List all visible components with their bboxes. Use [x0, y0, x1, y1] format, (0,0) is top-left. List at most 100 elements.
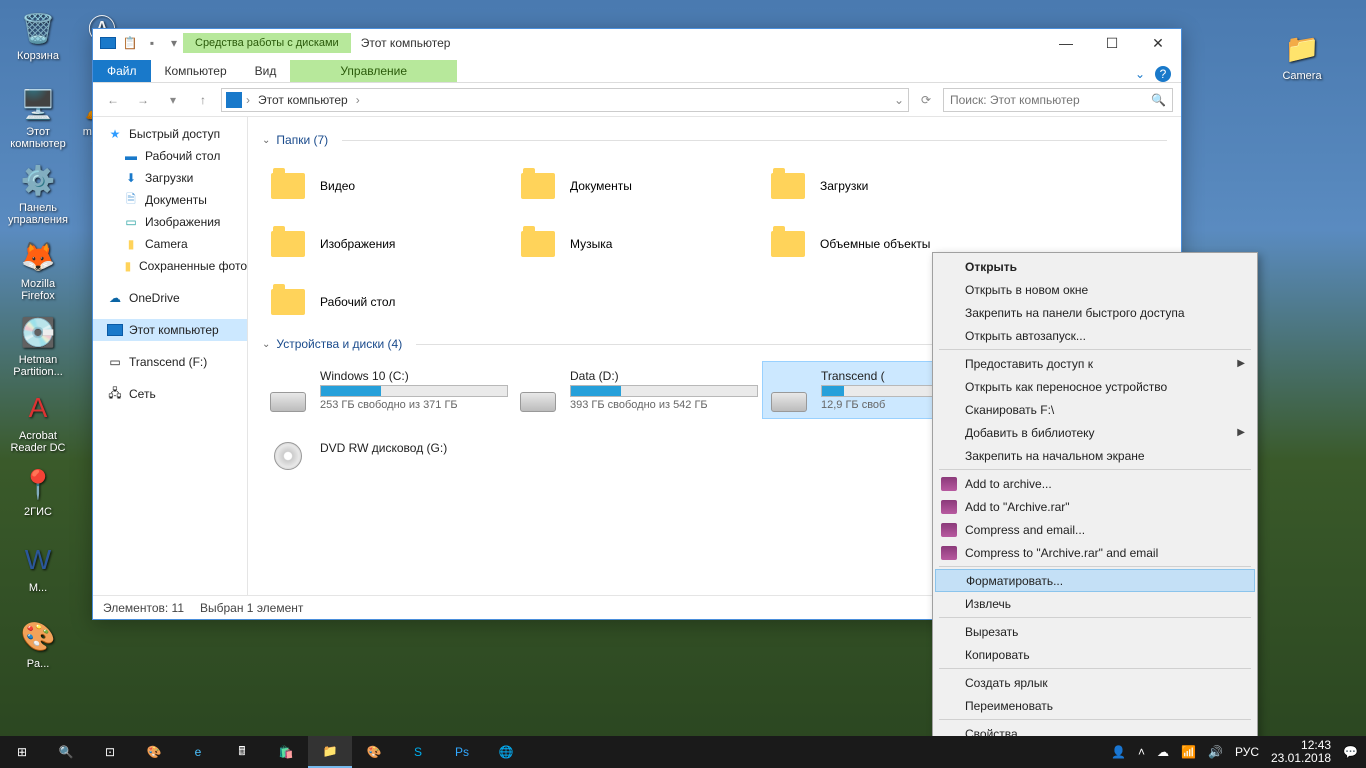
window-title: Этот компьютер	[351, 36, 451, 50]
downloads-icon: ⬇	[123, 170, 139, 186]
folder-videos[interactable]: Видео	[262, 157, 512, 215]
desktop-icon-word[interactable]: WM...	[8, 540, 68, 612]
search-field[interactable]: 🔍	[943, 88, 1173, 112]
drive-c[interactable]: Windows 10 (C:)253 ГБ свободно из 371 ГБ	[262, 361, 512, 419]
desktop-icon-thispc[interactable]: 🖥️Этот компьютер	[8, 84, 68, 156]
breadcrumb-root[interactable]: Этот компьютер	[254, 93, 352, 107]
nav-forward-button[interactable]: →	[131, 88, 155, 112]
desktop-icon-recycle[interactable]: 🗑️Корзина	[8, 8, 68, 80]
taskbar-paint[interactable]: 🎨	[132, 736, 176, 768]
nav-transcend[interactable]: ▭Transcend (F:)	[93, 351, 247, 373]
group-folders-header[interactable]: ⌄ Папки (7)	[262, 133, 1167, 147]
nav-thispc[interactable]: Этот компьютер	[93, 319, 247, 341]
nav-desktop[interactable]: ▬Рабочий стол	[93, 145, 247, 167]
tray-network-icon[interactable]: 📶	[1181, 745, 1196, 759]
chevron-right-icon[interactable]: ›	[356, 93, 360, 107]
ctx-open-portable[interactable]: Открыть как переносное устройство	[935, 375, 1255, 398]
ctx-cut[interactable]: Вырезать	[935, 620, 1255, 643]
tray-up-icon[interactable]: ˄	[1138, 745, 1145, 759]
task-view-button[interactable]: ⊡	[88, 736, 132, 768]
taskbar-photoshop[interactable]: Ps	[440, 736, 484, 768]
taskbar-edge[interactable]: e	[176, 736, 220, 768]
nav-pictures[interactable]: ▭Изображения	[93, 211, 247, 233]
taskbar-calc[interactable]: 🖩	[220, 736, 264, 768]
taskbar-paint3d[interactable]: 🎨	[352, 736, 396, 768]
tray-people-icon[interactable]: 👤	[1111, 745, 1126, 759]
desktop-icon-2gis[interactable]: 📍2ГИС	[8, 464, 68, 536]
folder-desktop[interactable]: Рабочий стол	[262, 273, 512, 331]
start-button[interactable]: ⊞	[0, 736, 44, 768]
nav-downloads[interactable]: ⬇Загрузки	[93, 167, 247, 189]
qat-customize-icon[interactable]: ▾	[165, 34, 183, 52]
desktop-icon-camera[interactable]: 📁Camera	[1272, 28, 1332, 100]
nav-quick-access[interactable]: ★Быстрый доступ	[93, 123, 247, 145]
tray-volume-icon[interactable]: 🔊	[1208, 745, 1223, 759]
folder-documents[interactable]: Документы	[512, 157, 762, 215]
folder-music[interactable]: Музыка	[512, 215, 762, 273]
status-item-count: Элементов: 11	[103, 601, 184, 615]
nav-documents[interactable]: 🗎Документы	[93, 189, 247, 211]
ctx-add-archive-rar[interactable]: Add to "Archive.rar"	[935, 495, 1255, 518]
minimize-button[interactable]: —	[1043, 29, 1089, 57]
search-button[interactable]: 🔍	[44, 736, 88, 768]
qat-new-folder-icon[interactable]: ▪	[143, 34, 161, 52]
help-icon[interactable]: ?	[1155, 66, 1171, 82]
drive-d[interactable]: Data (D:)393 ГБ свободно из 542 ГБ	[512, 361, 762, 419]
tray-clock[interactable]: 12:43 23.01.2018	[1271, 739, 1331, 765]
ctx-compress-email[interactable]: Compress and email...	[935, 518, 1255, 541]
tray-language[interactable]: РУС	[1235, 745, 1259, 759]
ctx-compress-rar-email[interactable]: Compress to "Archive.rar" and email	[935, 541, 1255, 564]
tab-view[interactable]: Вид	[241, 60, 291, 82]
network-icon: 🖧	[107, 386, 123, 402]
desktop-icon-firefox[interactable]: 🦊Mozilla Firefox	[8, 236, 68, 308]
folder-pictures[interactable]: Изображения	[262, 215, 512, 273]
ctx-open[interactable]: Открыть	[935, 255, 1255, 278]
ctx-open-new-window[interactable]: Открыть в новом окне	[935, 278, 1255, 301]
taskbar-explorer[interactable]: 📁	[308, 736, 352, 768]
ctx-pin-start[interactable]: Закрепить на начальном экране	[935, 444, 1255, 467]
qat-properties-icon[interactable]: 📋	[121, 34, 139, 52]
nav-up-button[interactable]: ↑	[191, 88, 215, 112]
ctx-eject[interactable]: Извлечь	[935, 592, 1255, 615]
drive-g-dvd[interactable]: DVD RW дисковод (G:)	[262, 419, 512, 477]
desktop-icon-acrobat[interactable]: AAcrobat Reader DC	[8, 388, 68, 460]
nav-camera[interactable]: ▮Camera	[93, 233, 247, 255]
taskbar-store[interactable]: 🛍️	[264, 736, 308, 768]
history-dropdown-icon[interactable]: ⌄	[894, 93, 904, 107]
folder-downloads[interactable]: Загрузки	[762, 157, 1012, 215]
taskbar-chrome[interactable]: 🌐	[484, 736, 528, 768]
nav-back-button[interactable]: ←	[101, 88, 125, 112]
ctx-give-access[interactable]: Предоставить доступ к▶	[935, 352, 1255, 375]
ctx-format[interactable]: Форматировать...	[935, 569, 1255, 592]
ctx-open-autoplay[interactable]: Открыть автозапуск...	[935, 324, 1255, 347]
ctx-copy[interactable]: Копировать	[935, 643, 1255, 666]
taskbar-skype[interactable]: S	[396, 736, 440, 768]
ribbon-expand-icon[interactable]: ⌄	[1135, 67, 1145, 81]
ctx-pin-quick-access[interactable]: Закрепить на панели быстрого доступа	[935, 301, 1255, 324]
nav-network[interactable]: 🖧Сеть	[93, 383, 247, 405]
close-button[interactable]: ✕	[1135, 29, 1181, 57]
ctx-rename[interactable]: Переименовать	[935, 694, 1255, 717]
nav-onedrive[interactable]: ☁OneDrive	[93, 287, 247, 309]
app-icon[interactable]	[99, 34, 117, 52]
address-field[interactable]: › Этот компьютер › ⌄	[221, 88, 909, 112]
nav-saved-photos[interactable]: ▮Сохраненные фото	[93, 255, 247, 277]
search-input[interactable]	[950, 93, 1151, 107]
chevron-right-icon[interactable]: ›	[246, 93, 250, 107]
tab-file[interactable]: Файл	[93, 60, 151, 82]
tray-onedrive-icon[interactable]: ☁	[1157, 745, 1169, 759]
tab-computer[interactable]: Компьютер	[151, 60, 241, 82]
ctx-add-library[interactable]: Добавить в библиотеку▶	[935, 421, 1255, 444]
nav-recent-button[interactable]: ▾	[161, 88, 185, 112]
ctx-add-archive[interactable]: Add to archive...	[935, 472, 1255, 495]
desktop-icon-hetman[interactable]: 💽Hetman Partition...	[8, 312, 68, 384]
desktop-icon-control[interactable]: ⚙️Панель управления	[8, 160, 68, 232]
ctx-create-shortcut[interactable]: Создать ярлык	[935, 671, 1255, 694]
tab-manage[interactable]: Управление	[290, 60, 457, 82]
desktop-icon-paint[interactable]: 🎨Pa...	[8, 616, 68, 688]
search-icon[interactable]: 🔍	[1151, 93, 1166, 107]
tray-notifications-icon[interactable]: 💬	[1343, 745, 1358, 759]
maximize-button[interactable]: ☐	[1089, 29, 1135, 57]
ctx-scan[interactable]: Сканировать F:\	[935, 398, 1255, 421]
refresh-button[interactable]: ⟳	[915, 88, 937, 112]
